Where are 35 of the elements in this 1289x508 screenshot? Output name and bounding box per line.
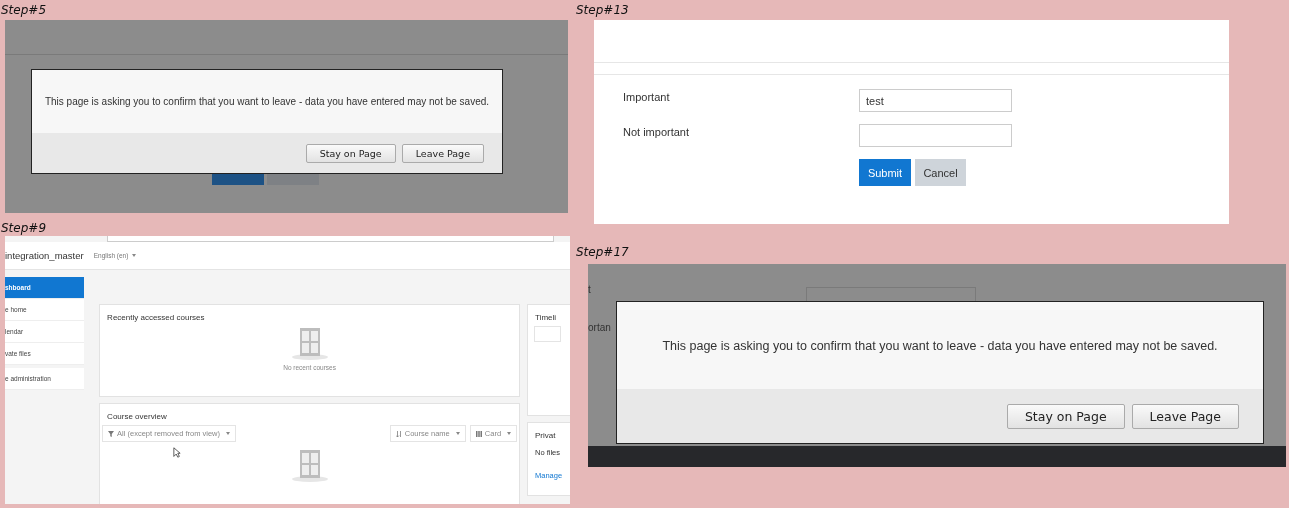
input-field[interactable]: test [859, 89, 1012, 112]
step-label: Step#5 [1, 2, 46, 19]
dialog-button[interactable]: Stay on Page [305, 143, 396, 163]
caret-icon [132, 254, 137, 257]
dialog-button[interactable]: Stay on Page [1006, 403, 1125, 429]
card-title: Recently accessed courses [106, 312, 206, 324]
course-grid-icon [289, 326, 330, 360]
cancel-button[interactable]: Cancel [915, 159, 966, 186]
dialog-message: This page is asking you to confirm that you want to leave - data you have entered may not be saved. [43, 95, 491, 109]
card-title: Privat [534, 430, 557, 442]
grid-icon [475, 430, 482, 437]
field-label: ortan [588, 322, 611, 335]
sort-icon [395, 430, 402, 437]
dialog-message: This page is asking you to confirm that you want to leave - data you have entered may not be saved. [661, 337, 1219, 355]
mouse-cursor-icon [173, 447, 182, 458]
field-label: Not important [623, 125, 691, 138]
course-grid-icon [289, 448, 330, 482]
field-label: Important [623, 90, 671, 103]
card-title: Course overview [106, 411, 168, 423]
submit-button[interactable]: Submit [859, 159, 911, 186]
dialog-button[interactable]: Leave Page [401, 143, 484, 163]
dialog-button[interactable]: Leave Page [1131, 403, 1239, 429]
clock-dropdown[interactable] [534, 326, 562, 342]
site-name[interactable]: integration_master [5, 250, 84, 261]
step-label: Step#9 [1, 220, 46, 236]
filter-icon [108, 430, 115, 437]
caret-icon [226, 432, 230, 435]
caret-icon [455, 432, 460, 435]
caret-icon [507, 432, 512, 435]
input-field[interactable] [859, 124, 1012, 147]
step-label: Step#17 [576, 244, 629, 261]
card-title: Timeli [534, 312, 558, 324]
field-label: t [588, 284, 592, 297]
step-label: Step#13 [576, 2, 629, 19]
address-bar[interactable] [107, 236, 554, 242]
